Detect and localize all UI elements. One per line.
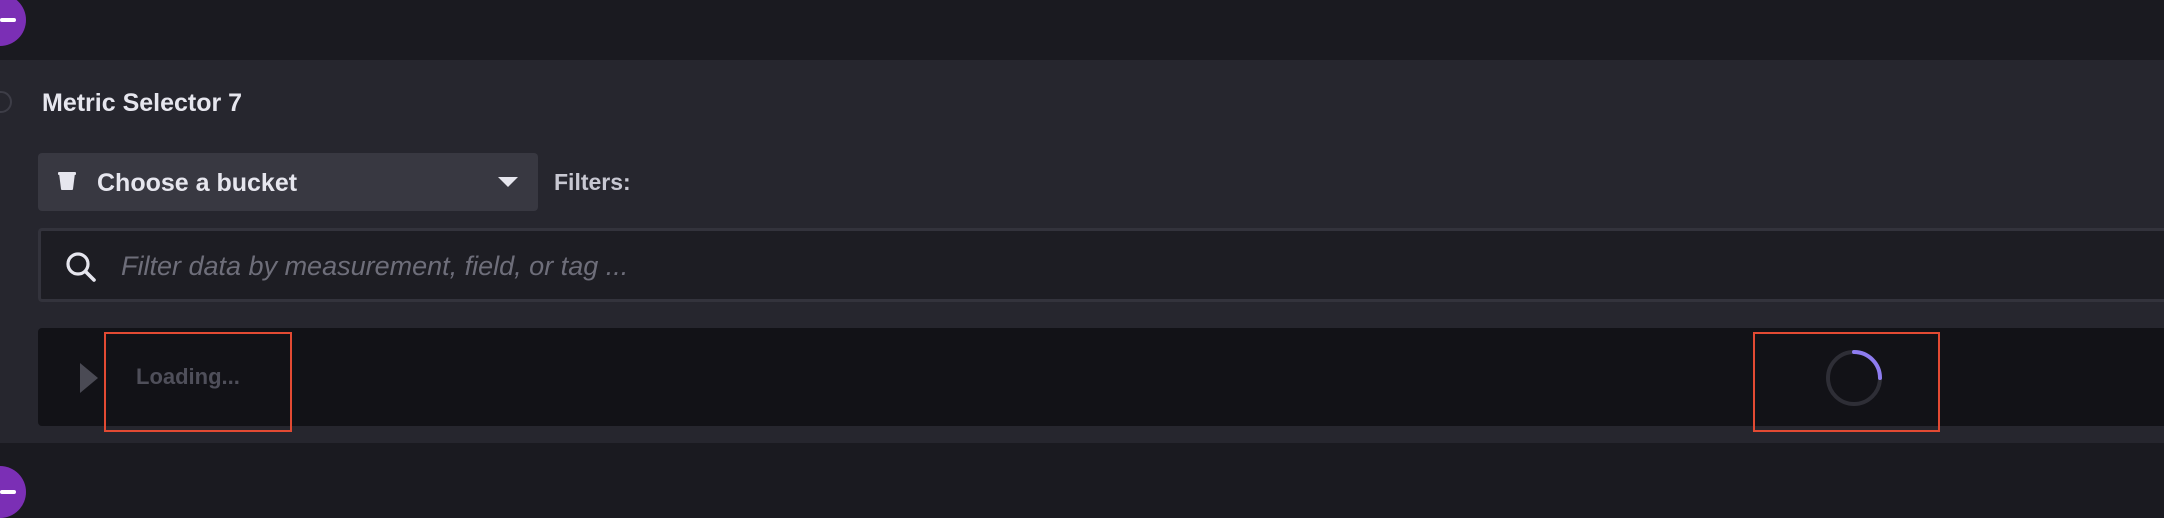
bucket-icon (58, 172, 76, 190)
bucket-dropdown-label: Choose a bucket (97, 169, 298, 197)
caret-right-icon[interactable] (80, 363, 98, 393)
search-box (38, 228, 2164, 302)
bucket-dropdown[interactable]: Choose a bucket (38, 153, 538, 211)
chevron-down-icon (498, 177, 518, 187)
highlight-box-loading (104, 332, 292, 432)
add-cell-bottom-button[interactable] (0, 466, 26, 518)
highlight-box-spinner (1753, 332, 1940, 432)
filters-label: Filters: (554, 169, 631, 195)
search-icon (66, 252, 96, 282)
search-input[interactable] (119, 243, 2023, 289)
panel-title: Metric Selector 7 (42, 89, 243, 117)
panel-radio[interactable] (0, 91, 12, 113)
add-cell-top-button[interactable] (0, 0, 26, 46)
